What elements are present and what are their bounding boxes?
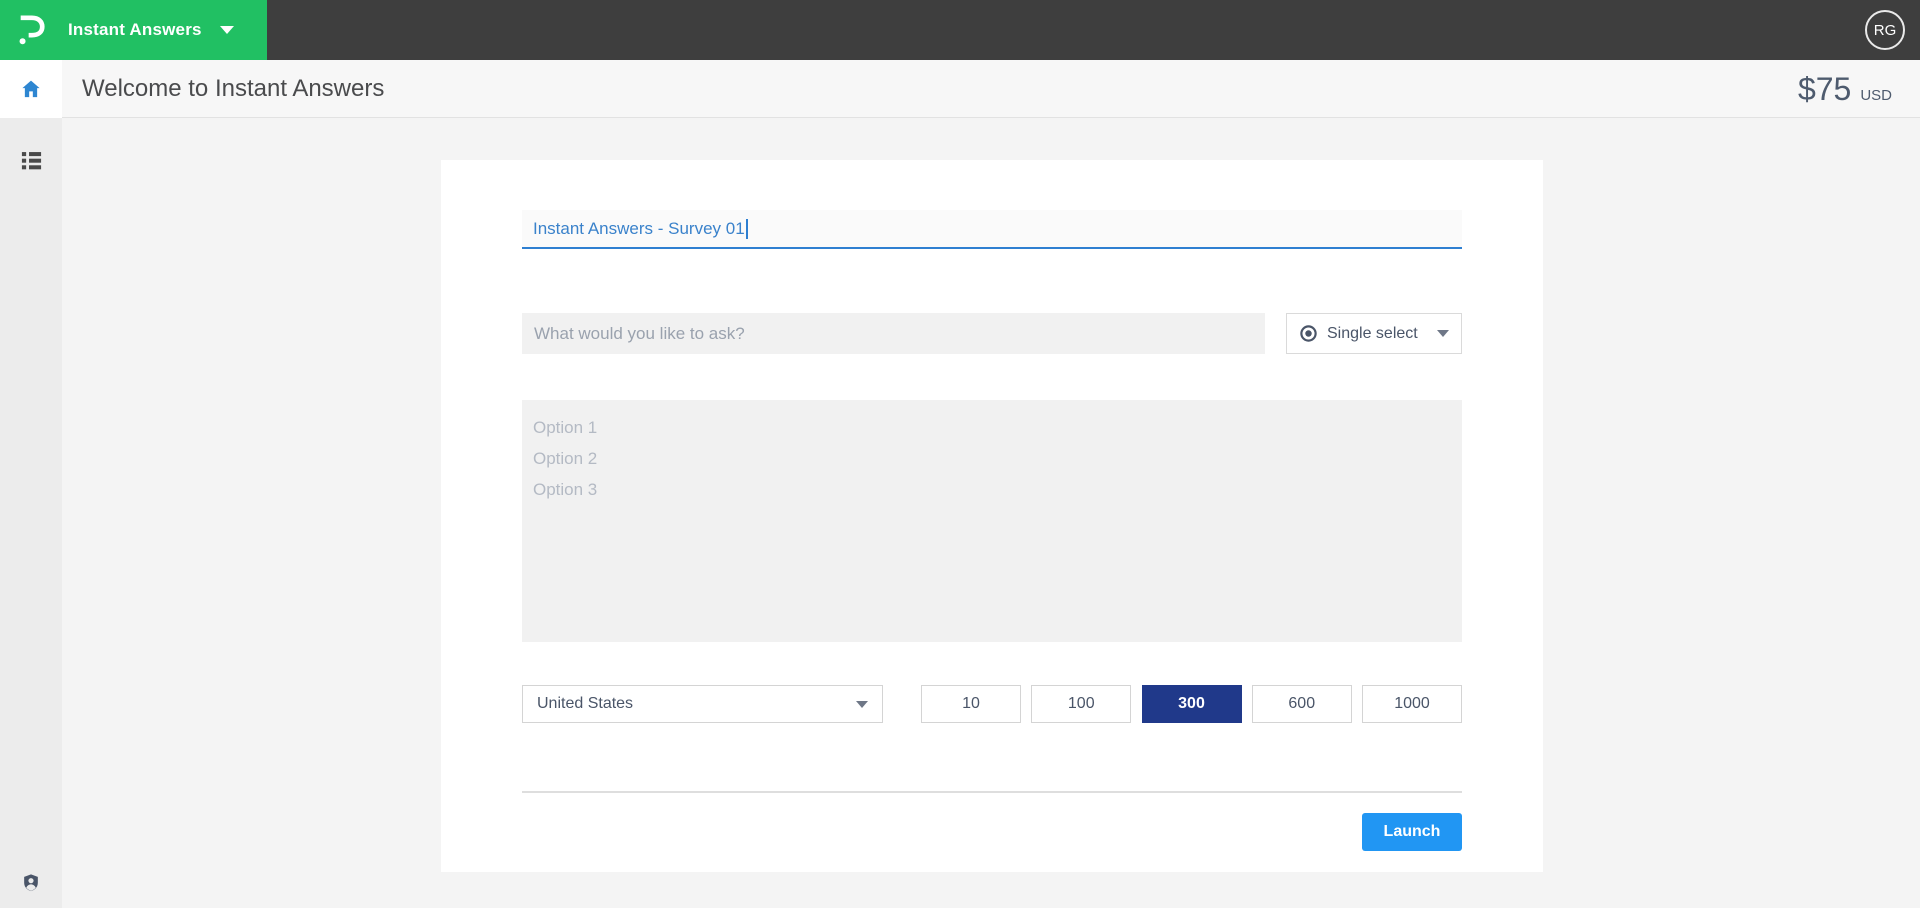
respondent-count-group: 10 100 300 600 1000 [921, 685, 1462, 723]
sidebar-item-account[interactable] [0, 866, 62, 898]
count-button-600[interactable]: 600 [1252, 685, 1352, 723]
avatar-initials: RG [1874, 22, 1897, 39]
chevron-down-icon [856, 701, 868, 708]
count-button-100[interactable]: 100 [1031, 685, 1131, 723]
balance-amount: $75 [1798, 60, 1851, 118]
question-input[interactable] [522, 313, 1265, 354]
page-header: Welcome to Instant Answers $75 USD [0, 60, 1920, 118]
radio-selected-icon [1299, 324, 1318, 343]
balance-currency: USD [1860, 87, 1892, 104]
survey-name-input[interactable]: Instant Answers - Survey 01 [522, 210, 1462, 249]
chevron-down-icon [220, 26, 234, 34]
product-name: Instant Answers [68, 20, 202, 40]
text-cursor [746, 219, 748, 239]
sidebar-item-home[interactable] [0, 60, 62, 118]
account-balance: $75 USD [1798, 60, 1892, 118]
page-title: Welcome to Instant Answers [82, 60, 384, 118]
survey-builder-card: Instant Answers - Survey 01 Single selec… [441, 160, 1543, 872]
count-button-10[interactable]: 10 [921, 685, 1021, 723]
question-type-select[interactable]: Single select [1286, 313, 1462, 354]
user-shield-icon [21, 871, 41, 894]
list-icon [20, 149, 43, 172]
count-button-1000[interactable]: 1000 [1362, 685, 1462, 723]
sidebar-item-surveys-list[interactable] [0, 134, 62, 186]
home-icon [20, 78, 42, 100]
survey-name-value: Instant Answers - Survey 01 [533, 219, 745, 239]
pollfish-logo-icon [16, 13, 46, 47]
country-select[interactable]: United States [522, 685, 883, 723]
question-type-value: Single select [1327, 325, 1418, 343]
form-divider [522, 791, 1462, 793]
product-switcher[interactable]: Instant Answers [0, 0, 267, 60]
country-value: United States [537, 695, 633, 713]
answer-options-textarea[interactable] [522, 400, 1462, 642]
count-button-300[interactable]: 300 [1142, 685, 1242, 723]
sidebar [0, 118, 62, 908]
launch-button[interactable]: Launch [1362, 813, 1462, 851]
user-avatar[interactable]: RG [1865, 10, 1905, 50]
chevron-down-icon [1437, 330, 1449, 337]
top-bar: Instant Answers RG [0, 0, 1920, 60]
